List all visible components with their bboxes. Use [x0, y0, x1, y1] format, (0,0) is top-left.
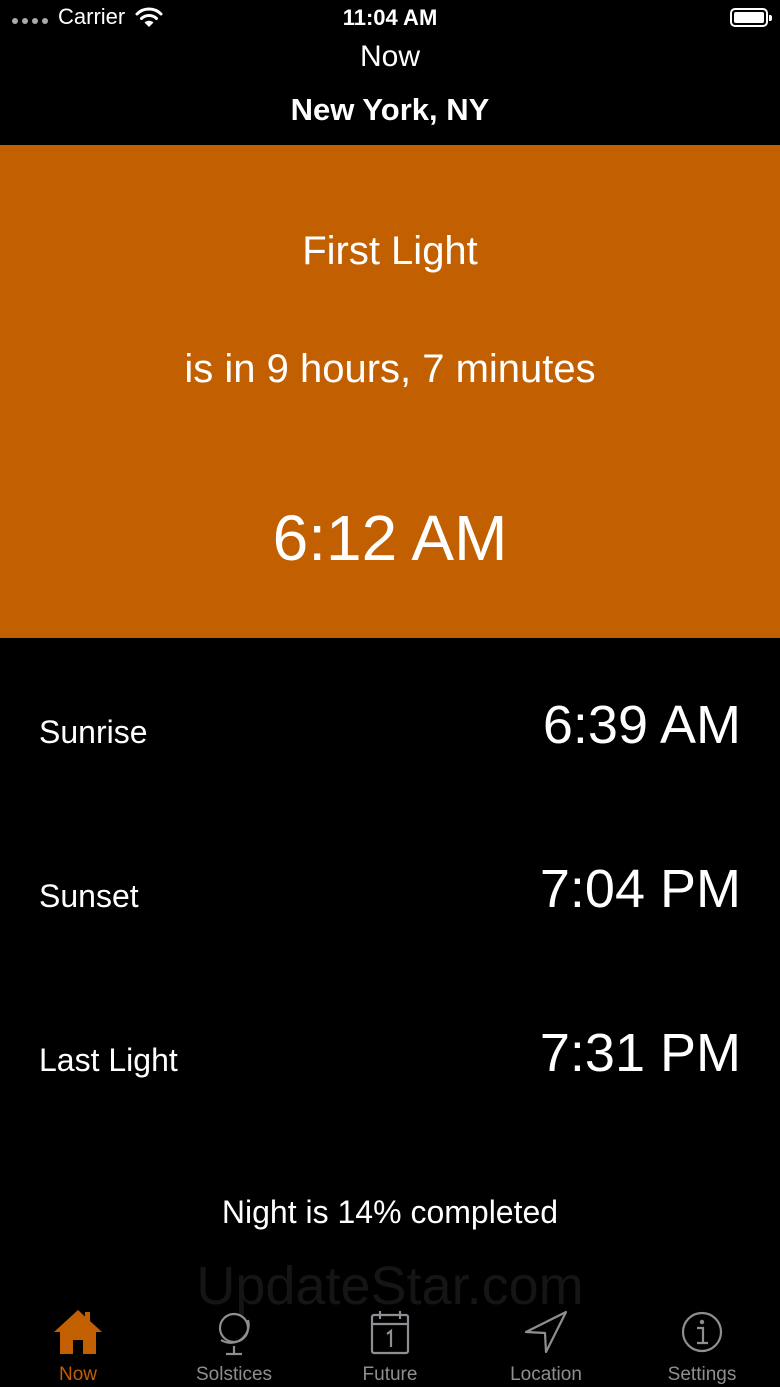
next-event-countdown: is in 9 hours, 7 minutes [184, 347, 596, 391]
event-label: Last Light [39, 1042, 178, 1078]
house-icon [54, 1310, 102, 1354]
tab-bar: Now Solstices Future Location Settings [0, 1300, 780, 1387]
event-label: Sunrise [39, 714, 148, 750]
location-arrow-icon [524, 1310, 568, 1354]
location-title: New York, NY [290, 92, 490, 127]
tab-label: Now [58, 1364, 97, 1385]
battery-icon [730, 8, 772, 27]
status-bar: Carrier 11:04 AM [0, 0, 780, 40]
event-row-sunrise: Sunrise 6:39 AM [0, 694, 780, 774]
event-time: 7:04 PM [539, 859, 741, 919]
globe-icon [218, 1312, 250, 1356]
next-event-name: First Light [302, 229, 478, 273]
tab-label: Future [362, 1364, 418, 1385]
event-row-sunset: Sunset 7:04 PM [0, 858, 780, 938]
tab-settings[interactable]: Settings [624, 1300, 780, 1387]
event-time: 7:31 PM [539, 1023, 741, 1083]
calendar-icon [370, 1311, 410, 1355]
info-icon [681, 1311, 723, 1353]
tab-future[interactable]: Future [312, 1300, 468, 1387]
tab-location[interactable]: Location [468, 1300, 624, 1387]
tab-solstices[interactable]: Solstices [156, 1300, 312, 1387]
nav-title: Now [359, 40, 420, 73]
tab-label: Location [510, 1364, 582, 1385]
tab-now[interactable]: Now [0, 1300, 156, 1387]
event-label: Sunset [39, 878, 139, 914]
next-event-card: First Light is in 9 hours, 7 minutes 6:1… [0, 145, 780, 638]
event-row-last-light: Last Light 7:31 PM [0, 1022, 780, 1102]
tab-label: Settings [667, 1364, 737, 1385]
status-time: 11:04 AM [342, 5, 438, 30]
next-event-time: 6:12 AM [272, 502, 508, 574]
event-time: 6:39 AM [542, 695, 741, 755]
tab-label: Solstices [195, 1364, 273, 1385]
night-progress-text: Night is 14% completed [221, 1194, 559, 1230]
